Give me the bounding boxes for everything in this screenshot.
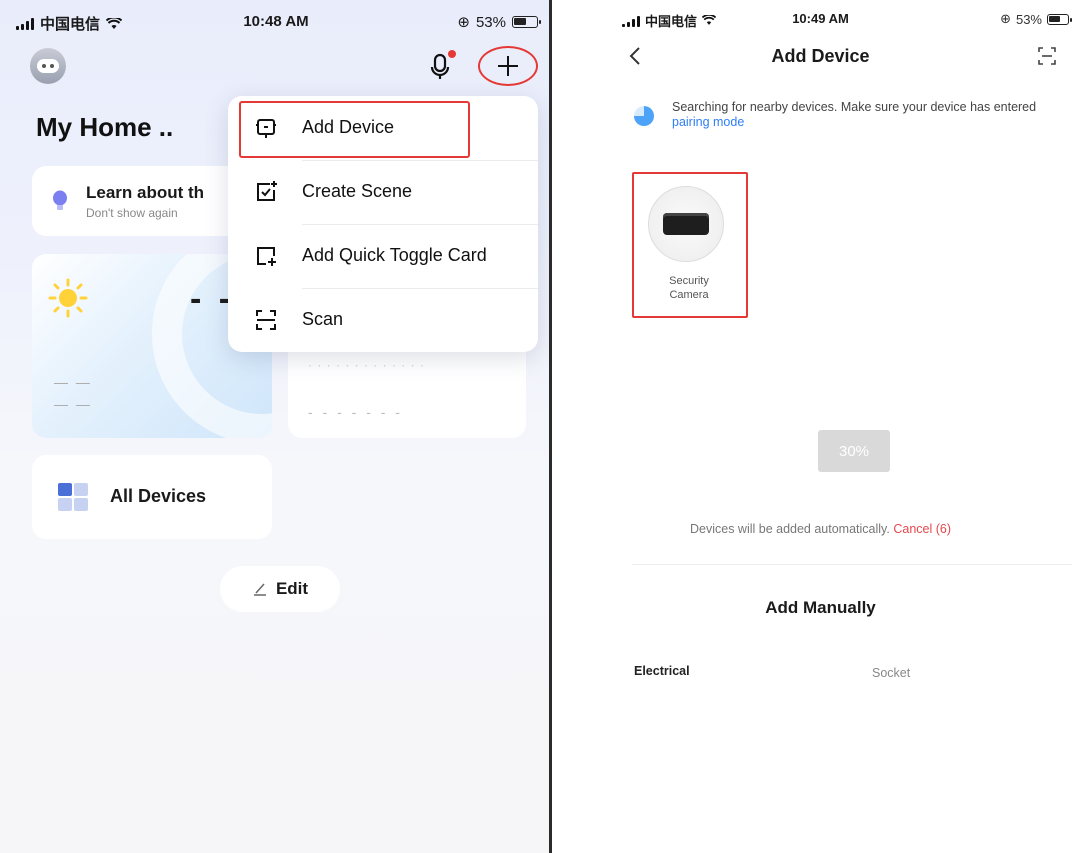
plus-icon <box>498 56 518 76</box>
progress-indicator: 30% <box>818 430 890 472</box>
edit-label: Edit <box>275 579 309 598</box>
menu-item-label: Create Scene <box>302 181 413 201</box>
battery-info: ⊕ 53% <box>1000 11 1072 27</box>
device-name-line2: Camera <box>669 289 709 301</box>
notification-dot <box>448 50 456 58</box>
all-devices-card[interactable]: All Devices <box>32 455 272 539</box>
device-image <box>648 186 724 262</box>
battery-icon <box>1047 13 1072 25</box>
rotation-lock-icon: ⊕ <box>457 14 470 31</box>
menu-item-create-scene[interactable]: Create Scene <box>228 160 538 224</box>
status-bar: 中国电信 10:49 AM ⊕ 53% <box>556 0 1085 36</box>
all-devices-label: All Devices <box>110 486 207 506</box>
status-bar: 中国电信 10:48 AM ⊕ 53% <box>0 0 552 40</box>
edit-button[interactable]: Edit <box>220 566 340 612</box>
menu-item-label: Scan <box>302 309 344 329</box>
sun-icon <box>48 278 88 318</box>
pencil-icon <box>253 583 266 596</box>
screen-divider <box>549 0 552 853</box>
add-button[interactable] <box>478 46 538 86</box>
loading-spinner-icon <box>634 106 654 126</box>
battery-percent: 53% <box>1015 11 1042 27</box>
summary-line-2: - - - - - - - <box>308 404 403 420</box>
robot-face-icon <box>37 59 59 73</box>
dont-show-again-link[interactable]: Don't show again <box>86 206 178 220</box>
pairing-mode-link[interactable]: pairing mode <box>672 115 744 129</box>
category-item-socket[interactable]: Socket <box>872 666 910 680</box>
nav-bar: Add Device <box>556 36 1085 76</box>
searching-text: Searching for nearby devices. Make sure … <box>672 100 1062 130</box>
device-name-line1: Security <box>669 275 709 287</box>
camera-icon <box>663 213 709 235</box>
page-title: Add Device <box>771 46 870 66</box>
home-title[interactable]: My Home .. <box>36 112 173 143</box>
auto-add-status: Devices will be added automatically. Can… <box>556 522 1085 536</box>
found-device-security-camera[interactable]: Security Camera <box>632 172 748 318</box>
create-scene-icon <box>257 181 277 201</box>
menu-item-label: Add Device <box>302 117 395 137</box>
quick-toggle-icon <box>257 247 276 266</box>
menu-item-scan[interactable]: Scan <box>228 288 538 352</box>
add-manually-title: Add Manually <box>765 598 876 617</box>
weather-line-1: — — <box>54 374 92 390</box>
lightbulb-icon <box>53 190 67 210</box>
auto-add-message: Devices will be added automatically. <box>689 522 890 536</box>
scan-icon <box>256 310 276 330</box>
devices-grid-icon <box>58 483 88 511</box>
weather-line-2: — — <box>54 396 92 412</box>
cancel-button[interactable]: Cancel (6) <box>893 522 951 536</box>
menu-item-quick-toggle[interactable]: Add Quick Toggle Card <box>228 224 538 288</box>
battery-percent: 53% <box>475 13 506 31</box>
category-electrical[interactable]: Electrical <box>634 664 690 678</box>
summary-line-1: · · · · · · · · · · · · · <box>308 358 425 372</box>
add-device-screen: 中国电信 10:49 AM ⊕ 53% Add Device Searching… <box>556 0 1085 853</box>
add-menu: Add Device Create Scene Add Quick Toggle… <box>228 96 538 352</box>
rotation-lock-icon: ⊕ <box>1000 11 1011 26</box>
searching-status: Searching for nearby devices. Make sure … <box>634 100 1054 140</box>
menu-item-label: Add Quick Toggle Card <box>302 245 487 265</box>
home-screen: 中国电信 10:48 AM ⊕ 53% My Home .. Learn abo… <box>0 0 552 853</box>
menu-item-add-device[interactable]: Add Device <box>228 96 538 160</box>
scan-icon[interactable] <box>1037 46 1057 66</box>
add-device-icon <box>256 119 276 138</box>
learn-card-title: Learn about th <box>86 183 205 202</box>
avatar[interactable] <box>30 48 66 84</box>
battery-icon <box>512 16 541 28</box>
battery-info: ⊕ 53% <box>457 13 541 31</box>
section-divider <box>632 564 1072 565</box>
device-name: Security Camera <box>634 274 744 302</box>
microphone-button[interactable] <box>428 50 456 82</box>
searching-message: Searching for nearby devices. Make sure … <box>672 100 1037 114</box>
